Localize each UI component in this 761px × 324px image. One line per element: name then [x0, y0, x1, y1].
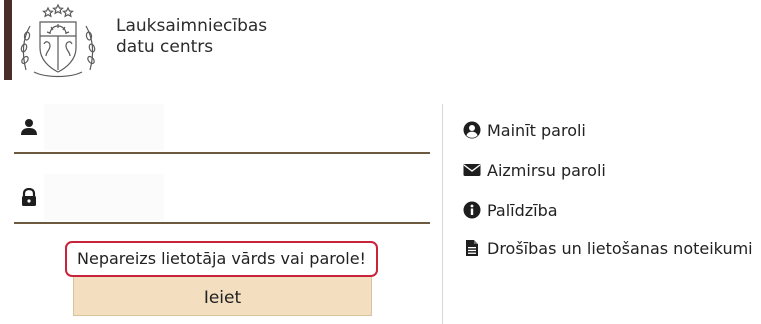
document-icon: [466, 240, 478, 256]
forgot-password-link[interactable]: Aizmirsu paroli: [463, 158, 753, 182]
user-icon: [21, 119, 37, 135]
user-circle-icon: [463, 121, 481, 139]
brand-name: Lauksaimniecības datu centrs: [116, 16, 267, 58]
coat-of-arms-logo: [20, 3, 96, 78]
help-links: Mainīt paroli Aizmirsu paroli Palīdzība: [463, 118, 753, 260]
help-link[interactable]: Palīdzība: [463, 198, 753, 222]
column-divider: [442, 104, 443, 324]
username-field[interactable]: [14, 104, 430, 154]
help-label: Palīdzība: [487, 200, 558, 220]
change-password-link[interactable]: Mainīt paroli: [463, 118, 753, 142]
brand-name-line-1: Lauksaimniecības: [116, 16, 268, 36]
lock-icon: [22, 188, 36, 206]
brand-name-line-2: datu centrs: [116, 37, 214, 57]
terms-link[interactable]: Drošības un lietošanas noteikumi: [463, 236, 753, 260]
terms-label: Drošības un lietošanas noteikumi: [487, 238, 753, 258]
login-button[interactable]: Ieiet: [73, 275, 372, 316]
change-password-label: Mainīt paroli: [487, 120, 586, 140]
password-field[interactable]: [14, 174, 430, 224]
info-circle-icon: [463, 201, 481, 219]
forgot-password-label: Aizmirsu paroli: [487, 160, 606, 180]
username-input[interactable]: [50, 104, 430, 152]
envelope-icon: [463, 164, 481, 176]
login-page: Lauksaimniecības datu centrs Nepareizs l…: [0, 0, 761, 324]
password-input[interactable]: [50, 174, 430, 222]
brand-accent-bar: [4, 0, 12, 80]
login-error-message: Nepareizs lietotāja vārds vai parole!: [65, 241, 378, 277]
